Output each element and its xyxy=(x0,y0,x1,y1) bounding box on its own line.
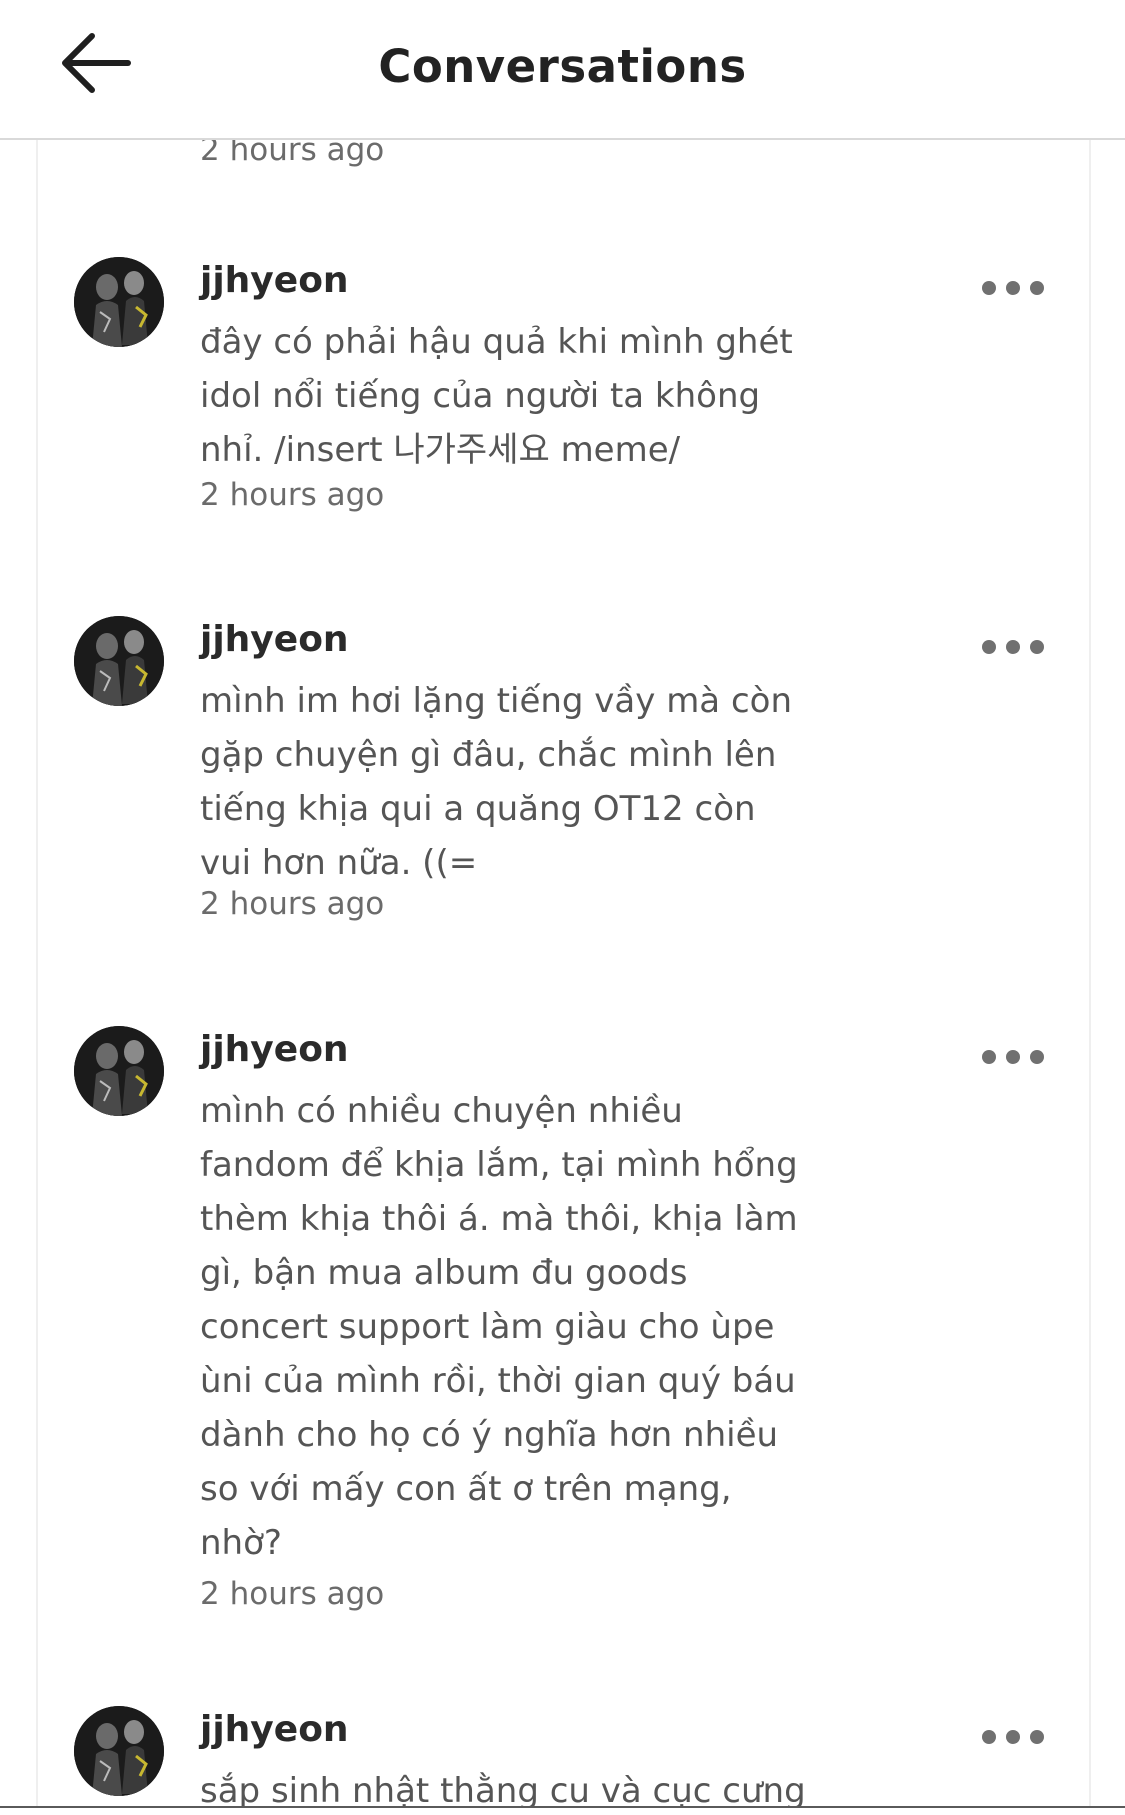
more-dot xyxy=(1030,1050,1044,1064)
more-dot xyxy=(1030,281,1044,295)
message-text: sắp sinh nhật thằng cu và cục cưng xyxy=(200,1771,806,1806)
avatar[interactable] xyxy=(74,616,164,706)
message-text: mình có nhiều chuyện nhiều fandom để khị… xyxy=(200,1091,798,1563)
more-dot xyxy=(1006,1050,1020,1064)
more-dot xyxy=(982,1730,996,1744)
username[interactable]: jjhyeon xyxy=(200,259,349,303)
divider xyxy=(0,1806,1125,1808)
more-dot xyxy=(982,1050,996,1064)
username[interactable]: jjhyeon xyxy=(200,618,349,662)
more-dot xyxy=(1030,640,1044,654)
more-dot xyxy=(982,281,996,295)
message-text: mình im hơi lặng tiếng vầy mà còn gặp ch… xyxy=(200,681,792,883)
avatar[interactable] xyxy=(74,1706,164,1796)
page-title: Conversations xyxy=(378,40,747,93)
more-options-button[interactable] xyxy=(982,1722,1048,1750)
more-dot xyxy=(1006,1730,1020,1744)
message-text: đây có phải hậu quả khi mình ghét idol n… xyxy=(200,322,793,470)
more-dot xyxy=(982,640,996,654)
conversation-list[interactable]: 2 hours ago jjhyeon đây có phải hậu quả … xyxy=(36,140,1091,1806)
top-bar: Conversations xyxy=(0,0,1125,140)
username[interactable]: jjhyeon xyxy=(200,1028,349,1072)
message-timestamp: 2 hours ago xyxy=(200,140,385,168)
more-dot xyxy=(1006,640,1020,654)
avatar[interactable] xyxy=(74,1026,164,1116)
username[interactable]: jjhyeon xyxy=(200,1708,349,1752)
more-options-button[interactable] xyxy=(982,273,1048,301)
message-timestamp: 2 hours ago xyxy=(200,1576,385,1612)
more-options-button[interactable] xyxy=(982,632,1048,660)
more-dot xyxy=(1006,281,1020,295)
avatar[interactable] xyxy=(74,257,164,347)
more-options-button[interactable] xyxy=(982,1042,1048,1070)
message-timestamp: 2 hours ago xyxy=(200,477,385,513)
more-dot xyxy=(1030,1730,1044,1744)
message-timestamp: 2 hours ago xyxy=(200,886,385,922)
